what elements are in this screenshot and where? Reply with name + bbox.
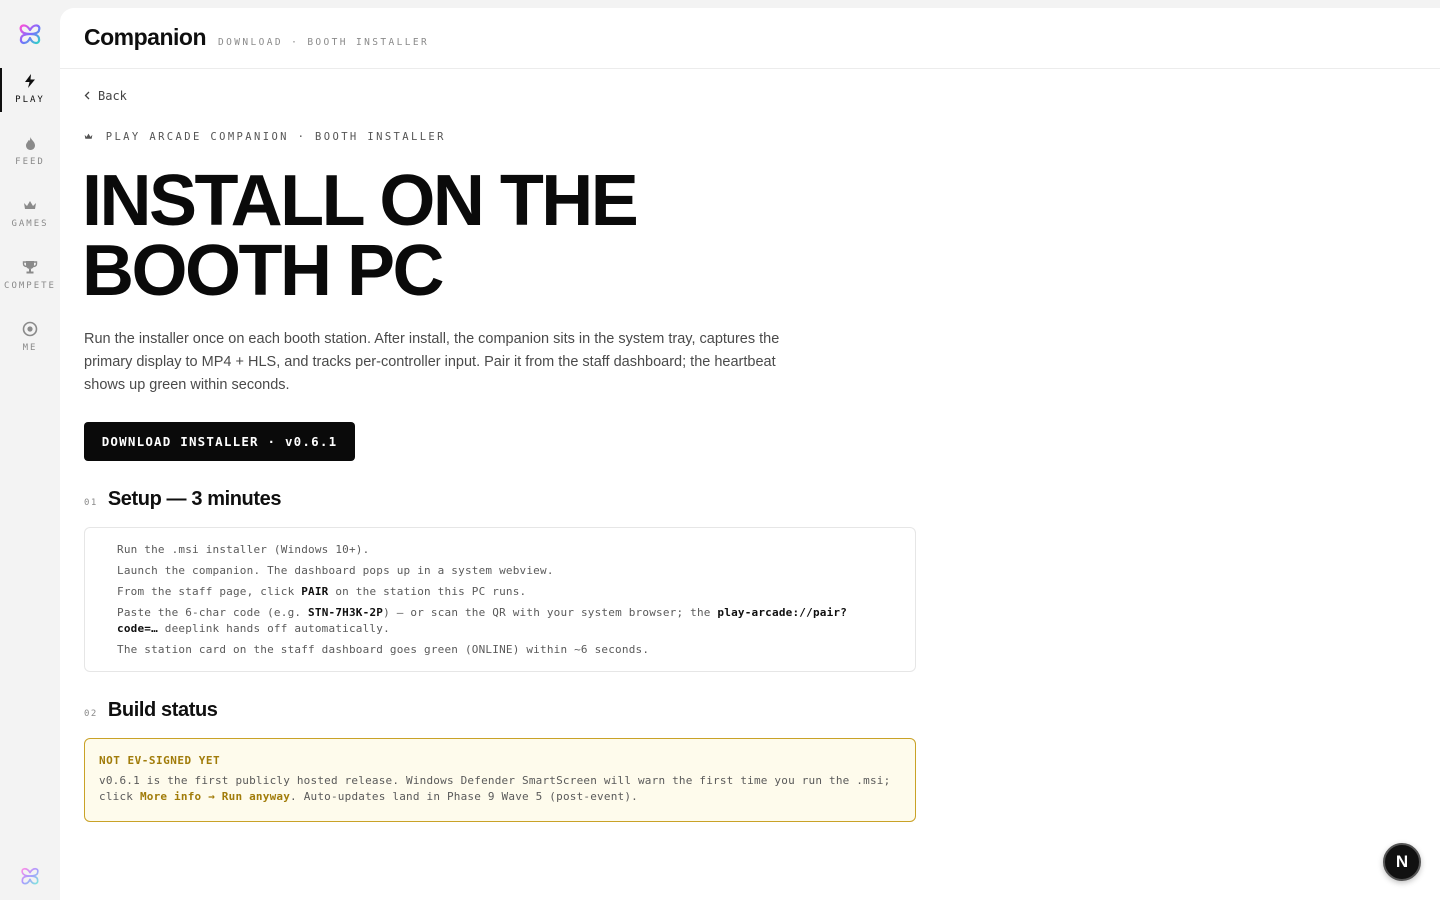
pair-code-example: STN-7H3K-2P — [308, 606, 384, 619]
step-text: on the station this PC runs. — [328, 585, 527, 598]
breadcrumb: DOWNLOAD · BOOTH INSTALLER — [218, 37, 430, 48]
page-title: Companion — [84, 24, 207, 50]
hero-heading: INSTALL ON THE BOOTH PC — [82, 165, 802, 307]
trophy-icon — [22, 259, 38, 275]
back-link[interactable]: Back — [84, 89, 127, 103]
notice-text: . Auto-updates land in Phase 9 Wave 5 (p… — [290, 790, 638, 803]
pair-keyword: PAIR — [301, 585, 329, 598]
download-installer-button[interactable]: DOWNLOAD INSTALLER · v0.6.1 — [84, 422, 355, 461]
dev-tools-badge[interactable]: N — [1383, 843, 1421, 881]
notice-title: NOT EV-SIGNED YET — [99, 754, 221, 767]
eyebrow-text: PLAY ARCADE COMPANION · BOOTH INSTALLER — [105, 131, 446, 143]
app-logo-small-icon — [19, 865, 41, 887]
notice-body: v0.6.1 is the first publicly hosted rele… — [99, 773, 901, 805]
target-icon — [22, 321, 38, 337]
sidebar-item-label: FEED — [15, 157, 45, 167]
section-number: 02 — [84, 709, 98, 719]
back-label: Back — [98, 89, 127, 103]
sidebar-item-games[interactable]: GAMES — [0, 197, 60, 243]
intro-paragraph: Run the installer once on each booth sta… — [84, 331, 780, 393]
setup-steps-card: Run the .msi installer (Windows 10+). La… — [84, 527, 916, 672]
crown-icon — [22, 197, 38, 213]
setup-step: Run the .msi installer (Windows 10+). — [117, 543, 370, 556]
setup-step: Paste the 6-char code (e.g. STN-7H3K-2P)… — [117, 605, 883, 637]
smartscreen-instruction: More info → Run anyway — [139, 790, 291, 803]
section-number: 01 — [84, 498, 98, 508]
setup-step: Launch the companion. The dashboard pops… — [117, 564, 554, 577]
top-bar: Companion DOWNLOAD · BOOTH INSTALLER — [60, 8, 1440, 69]
sidebar-item-feed[interactable]: FEED — [0, 135, 60, 181]
setup-section-heading: 01 Setup — 3 minutes — [84, 488, 281, 511]
step-text: deeplink hands off automatically. — [157, 622, 390, 635]
eyebrow: PLAY ARCADE COMPANION · BOOTH INSTALLER — [84, 131, 446, 143]
lightning-icon — [22, 73, 38, 89]
crown-small-icon — [84, 131, 106, 143]
step-text: Paste the 6-char code (e.g. — [117, 606, 309, 619]
hero-line: BOOTH PC — [82, 231, 445, 311]
build-section-heading: 02 Build status — [84, 699, 218, 722]
setup-step: From the staff page, click PAIR on the s… — [117, 584, 883, 600]
section-title: Setup — 3 minutes — [107, 488, 282, 510]
sidebar-item-play[interactable]: PLAY — [0, 68, 60, 119]
sidebar-item-me[interactable]: ME — [0, 321, 60, 367]
step-text: From the staff page, click — [117, 585, 302, 598]
step-text: ) — or scan the QR with your system brow… — [383, 606, 718, 619]
sidebar-item-label: PLAY — [15, 95, 45, 105]
flame-icon — [22, 135, 38, 151]
sidebar-item-compete[interactable]: COMPETE — [0, 259, 60, 305]
sidebar-item-label: COMPETE — [4, 281, 56, 291]
chevron-left-icon — [84, 89, 90, 103]
sidebar-item-label: GAMES — [11, 219, 49, 229]
section-title: Build status — [107, 699, 218, 721]
setup-step: The station card on the staff dashboard … — [117, 643, 650, 656]
sidebar: PLAY FEED GAMES COMPETE ME — [0, 0, 60, 900]
hero-line: INSTALL ON THE — [82, 161, 639, 241]
build-status-notice: NOT EV-SIGNED YET v0.6.1 is the first pu… — [84, 738, 916, 822]
app-logo-icon[interactable] — [17, 21, 43, 47]
sidebar-item-label: ME — [22, 343, 38, 353]
main-panel: Companion DOWNLOAD · BOOTH INSTALLER Bac… — [60, 8, 1440, 900]
